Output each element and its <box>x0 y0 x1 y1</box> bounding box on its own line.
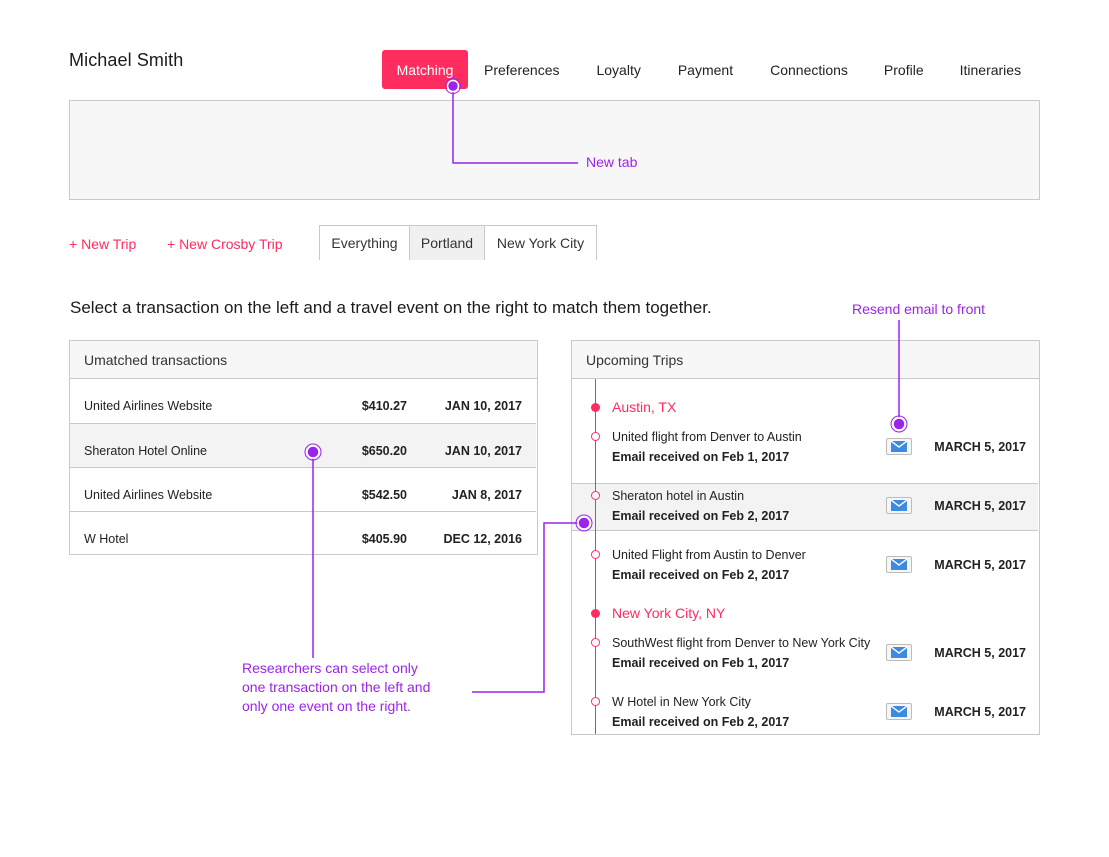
annotation-researchers-note: Researchers can select only one transact… <box>242 659 430 716</box>
new-tab-connector <box>452 86 578 164</box>
annotation-line: one transaction on the left and <box>242 679 431 695</box>
annotation-pin-icon <box>892 417 906 431</box>
annotation-line: only one event on the right. <box>242 698 411 714</box>
annotation-pin-icon <box>446 79 460 93</box>
annotation-pin-icon <box>577 516 591 530</box>
annotation-new-tab: New tab <box>586 154 638 170</box>
annotation-overlay <box>304 78 908 693</box>
annotation-pin-icon <box>306 445 320 459</box>
annotation-resend-email: Resend email to front <box>852 301 986 317</box>
annotation-line: Researchers can select only <box>242 660 418 676</box>
event-connector <box>472 522 584 693</box>
